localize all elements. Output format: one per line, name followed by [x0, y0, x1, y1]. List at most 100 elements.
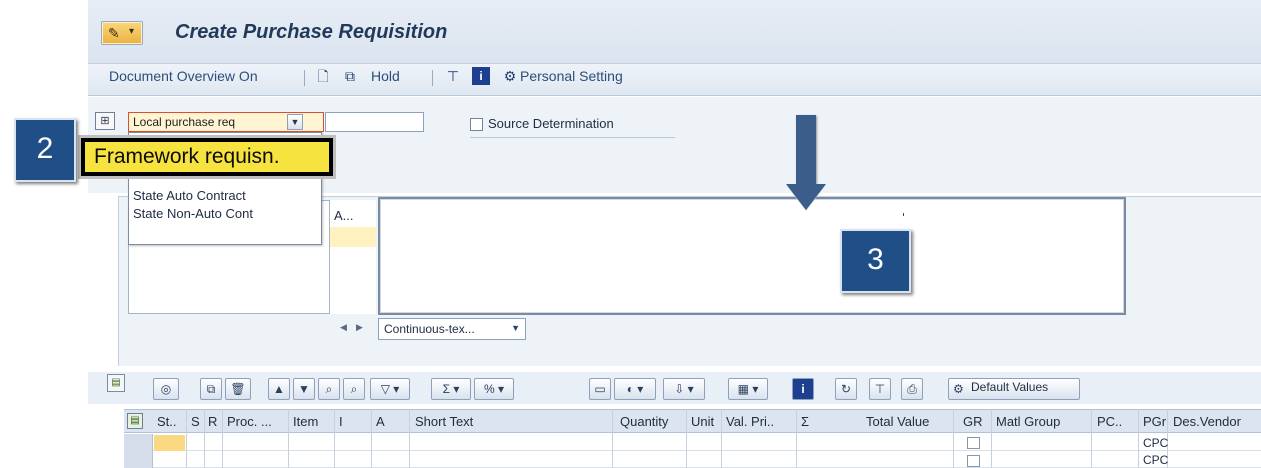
- system-menu-button[interactable]: ✎ ▾: [101, 21, 143, 45]
- column-divider: [796, 409, 797, 468]
- document-type-select[interactable]: Local purchase req ▼: [128, 112, 324, 132]
- default-values-label: Default Values: [971, 380, 1049, 394]
- cart-icon[interactable]: ⊞: [95, 112, 115, 130]
- column-header[interactable]: PC..: [1097, 414, 1122, 429]
- row-selector-column[interactable]: [124, 434, 153, 468]
- dropdown-item[interactable]: State Non-Auto Cont: [133, 206, 253, 221]
- step-3-badge: 3: [840, 229, 911, 293]
- column-divider: [991, 409, 992, 468]
- pgr-cell: CPC: [1143, 453, 1169, 467]
- attachment-icon[interactable]: ⎙: [901, 378, 923, 400]
- select-all-icon[interactable]: ▤: [127, 413, 143, 429]
- column-header[interactable]: S: [191, 414, 200, 429]
- pgr-cell: CPC: [1143, 436, 1169, 450]
- column-header[interactable]: Short Text: [415, 414, 473, 429]
- down-arrow-icon: [796, 115, 816, 185]
- column-divider: [204, 409, 205, 468]
- column-divider: [1138, 409, 1139, 468]
- sort-ascending-icon[interactable]: ▲: [268, 378, 290, 400]
- editor-mode-select[interactable]: Continuous-tex... ▼: [378, 318, 526, 340]
- column-header[interactable]: Des.Vendor: [1173, 414, 1241, 429]
- status-cell[interactable]: [154, 435, 185, 451]
- selected-cell[interactable]: [330, 227, 376, 247]
- document-number-input[interactable]: [325, 112, 424, 132]
- column-header[interactable]: R: [208, 414, 217, 429]
- scroll-right-icon[interactable]: ▶: [356, 322, 363, 333]
- column-header[interactable]: I: [339, 414, 343, 429]
- column-divider: [288, 409, 289, 468]
- refresh-icon[interactable]: ↻: [835, 378, 857, 400]
- gr-checkbox[interactable]: [967, 455, 980, 467]
- framework-requisition-highlight[interactable]: Framework requisn.: [81, 138, 333, 176]
- column-divider: [721, 409, 722, 468]
- print-preview-icon[interactable]: ▭: [589, 378, 611, 400]
- column-header[interactable]: A: [376, 414, 385, 429]
- subtotal-icon[interactable]: % ▾: [474, 378, 514, 400]
- document-overview-button[interactable]: Document Overview On: [109, 68, 258, 84]
- column-header[interactable]: Σ: [801, 414, 809, 429]
- framework-requisition-option: Framework requisn.: [94, 145, 280, 168]
- new-document-icon[interactable]: 🗋: [314, 67, 332, 85]
- sum-icon[interactable]: Σ ▾: [431, 378, 471, 400]
- copy-row-icon[interactable]: ⧉: [200, 378, 222, 400]
- column-header[interactable]: Total Value: [866, 414, 929, 429]
- column-header[interactable]: Proc. ...: [227, 414, 272, 429]
- org-structure-icon[interactable]: ⊤: [444, 67, 462, 85]
- table-row[interactable]: [153, 451, 1261, 468]
- page-title: Create Purchase Requisition: [175, 21, 448, 43]
- down-arrow-head: [786, 184, 826, 210]
- delete-row-icon[interactable]: 🗑: [225, 378, 251, 400]
- column-divider: [186, 409, 187, 468]
- dropdown-item[interactable]: State Auto Contract: [133, 188, 246, 203]
- hold-button[interactable]: Hold: [371, 68, 400, 84]
- text-editor[interactable]: [378, 197, 1126, 315]
- toolbar-separator: [304, 70, 305, 86]
- table-row[interactable]: [153, 434, 1261, 451]
- filter-icon[interactable]: ▽ ▾: [370, 378, 410, 400]
- personal-setting-button[interactable]: Personal Setting: [520, 68, 623, 84]
- column-header[interactable]: St..: [157, 414, 177, 429]
- info-icon[interactable]: i: [792, 378, 814, 400]
- column-header[interactable]: Item: [293, 414, 318, 429]
- info-icon[interactable]: i: [472, 67, 490, 85]
- export-icon[interactable]: ⇩ ▾: [663, 378, 705, 400]
- scroll-left-icon[interactable]: ◀: [340, 322, 347, 333]
- details-icon[interactable]: ◎: [153, 378, 179, 400]
- column-header-a: A...: [334, 208, 354, 223]
- personal-setting-icon[interactable]: ⚙: [501, 67, 519, 85]
- column-divider: [409, 409, 410, 468]
- document-type-value: Local purchase req: [133, 115, 236, 129]
- find-next-icon[interactable]: ⌕: [343, 378, 365, 400]
- copy-icon[interactable]: ⧉: [341, 67, 359, 85]
- sort-descending-icon[interactable]: ▼: [293, 378, 315, 400]
- editor-mode-value: Continuous-tex...: [384, 322, 475, 336]
- column-header[interactable]: Quantity: [620, 414, 668, 429]
- column-header[interactable]: Unit: [691, 414, 714, 429]
- source-determination-label: Source Determination: [488, 116, 614, 131]
- column-header[interactable]: Matl Group: [996, 414, 1060, 429]
- views-icon[interactable]: ◐ ▾: [614, 378, 656, 400]
- column-divider: [612, 409, 613, 468]
- column-divider: [222, 409, 223, 468]
- column-header[interactable]: GR: [963, 414, 983, 429]
- menu-icon: ✎: [108, 25, 120, 41]
- column-divider: [334, 409, 335, 468]
- step-2-badge: 2: [14, 118, 76, 182]
- find-icon[interactable]: ⌕: [318, 378, 340, 400]
- chevron-down-icon[interactable]: ▼: [287, 114, 303, 130]
- column-header[interactable]: Val. Pri..: [726, 414, 774, 429]
- source-determination-checkbox[interactable]: [470, 118, 483, 131]
- divider: [470, 137, 675, 138]
- toolbar-separator: [432, 70, 433, 86]
- column-divider: [371, 409, 372, 468]
- column-header[interactable]: PGr: [1143, 414, 1166, 429]
- chevron-down-icon: ▾: [129, 26, 135, 37]
- expand-items-icon[interactable]: ▤: [107, 374, 125, 392]
- layout-icon[interactable]: ▦ ▾: [728, 378, 768, 400]
- gr-checkbox[interactable]: [967, 437, 980, 449]
- org-structure-icon[interactable]: ⊤: [869, 378, 891, 400]
- column-divider: [1091, 409, 1092, 468]
- column-divider: [686, 409, 687, 468]
- chevron-down-icon: ▼: [511, 323, 520, 333]
- column-divider: [953, 409, 954, 468]
